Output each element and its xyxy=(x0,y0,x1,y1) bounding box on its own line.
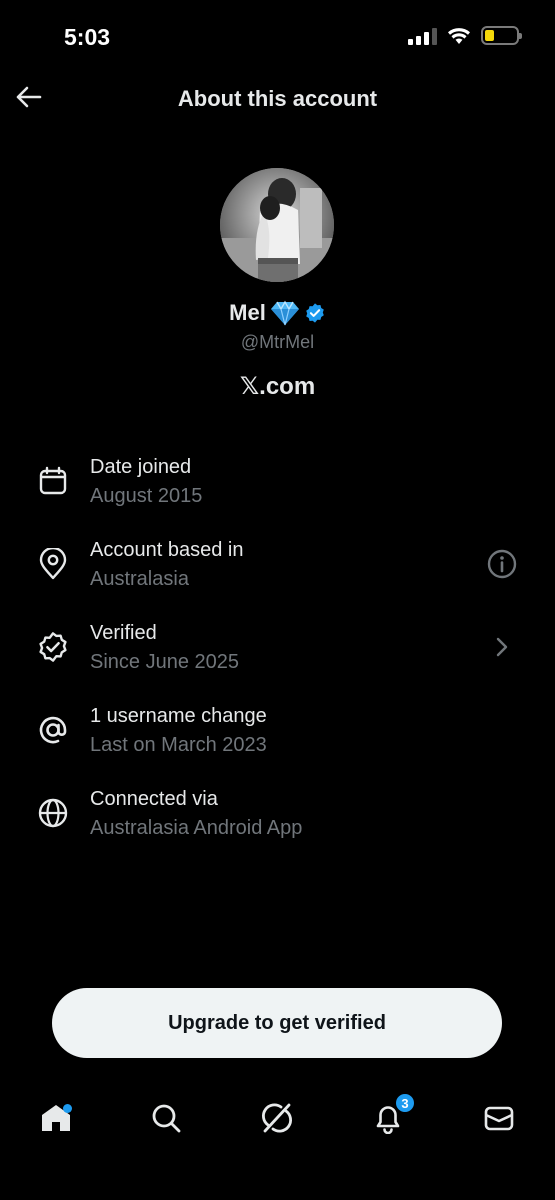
info-subtitle: Since June 2025 xyxy=(90,651,240,673)
profile-handle: @MtrMel xyxy=(240,332,315,352)
list-item-verified[interactable]: Verified Since June 2025 xyxy=(0,618,555,678)
list-item-date-joined: Date joined August 2015 xyxy=(0,452,555,512)
page-title: About this account xyxy=(177,86,378,111)
cellular-signal-icon xyxy=(408,27,437,45)
info-subtitle: August 2015 xyxy=(90,485,203,507)
verified-badge-icon xyxy=(306,303,324,323)
verified-badge-outline-icon xyxy=(36,630,70,664)
chevron-right-icon[interactable] xyxy=(485,630,519,664)
battery-icon xyxy=(481,26,522,45)
tab-home[interactable] xyxy=(36,1098,76,1138)
upgrade-verified-button[interactable]: Upgrade to get verified xyxy=(52,988,502,1058)
info-title: Connected via xyxy=(90,788,218,810)
status-icons xyxy=(408,26,522,45)
profile-name-row: Mel xyxy=(0,300,555,326)
info-icon[interactable] xyxy=(485,547,519,581)
info-subtitle: Australasia Android App xyxy=(90,817,303,839)
list-item-connected-via: Connected via Australasia Android App xyxy=(0,784,555,844)
tab-search[interactable] xyxy=(146,1098,186,1138)
search-icon xyxy=(152,1104,181,1133)
bottom-tab-bar: 3 xyxy=(0,1088,555,1148)
profile-photo xyxy=(220,168,334,282)
mail-icon xyxy=(484,1106,514,1131)
info-title: Date joined xyxy=(90,456,192,478)
calendar-icon xyxy=(36,464,70,498)
status-time: 5:03 xyxy=(64,24,111,50)
status-bar: 5:03 xyxy=(0,0,555,74)
avatar xyxy=(220,168,334,282)
location-pin-icon xyxy=(36,547,70,581)
header: About this account xyxy=(0,78,555,120)
diamond-emoji-icon xyxy=(270,300,299,326)
info-title: 1 username change xyxy=(90,705,267,727)
notification-count-badge: 3 xyxy=(394,1092,416,1114)
info-subtitle: Australasia xyxy=(90,568,189,590)
wifi-icon xyxy=(448,27,470,44)
tab-messages[interactable] xyxy=(479,1098,519,1138)
info-title: Verified xyxy=(90,622,157,644)
at-icon xyxy=(36,713,70,747)
globe-icon xyxy=(36,796,70,830)
info-subtitle: Last on March 2023 xyxy=(90,734,267,756)
profile-name: Mel xyxy=(229,300,266,325)
platform-link[interactable]: 𝕏.com xyxy=(0,372,555,401)
grok-icon xyxy=(262,1103,292,1133)
list-item-account-based-in: Account based in Australasia xyxy=(0,535,555,595)
tab-grok[interactable] xyxy=(257,1098,297,1138)
info-title: Account based in xyxy=(90,539,244,561)
new-content-dot xyxy=(63,1104,72,1113)
list-item-username-changes: 1 username change Last on March 2023 xyxy=(0,701,555,761)
tab-notifications[interactable]: 3 xyxy=(368,1092,416,1138)
